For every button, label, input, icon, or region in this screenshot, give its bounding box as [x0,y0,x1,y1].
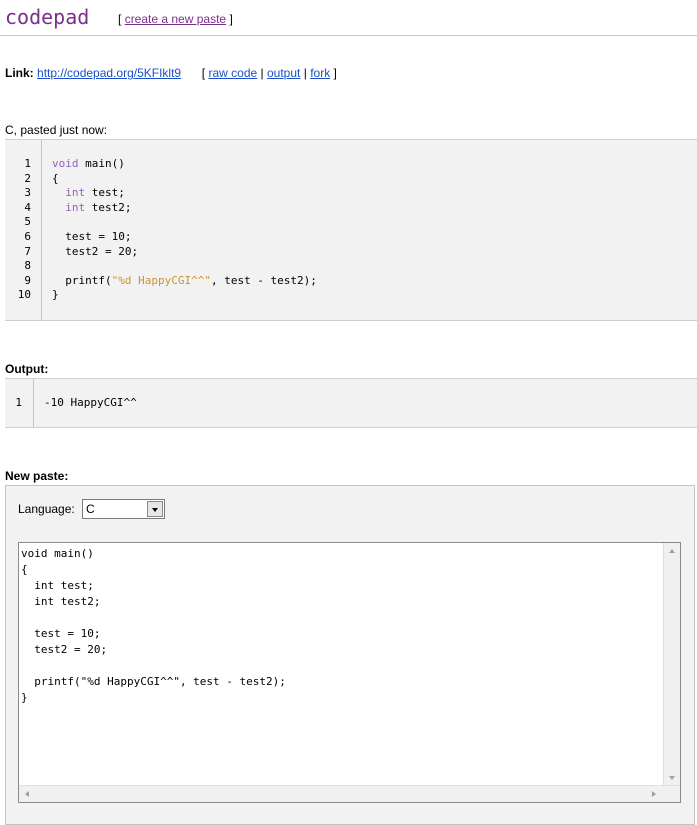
link-label: Link: [5,66,34,80]
code-lines: void main() { int test; int test2; test … [52,157,317,303]
paste-time: , pasted just now: [13,123,108,137]
paste-info-label: C, pasted just now: [5,123,107,137]
code-line: int test2; [65,200,132,214]
output-label: Output: [5,362,49,376]
language-select[interactable]: C [82,499,165,519]
paste-url-link[interactable]: http://codepad.org/5KFIklt9 [37,66,181,80]
code-line: void main() [52,157,125,170]
new-paste-form: Language: C void main() { int test; int … [5,485,695,825]
output-line: -10 HappyCGI^^ [44,396,137,409]
code-textarea[interactable]: void main() { int test; int test2; test … [18,542,681,803]
chevron-down-icon[interactable] [147,501,163,517]
open-bracket: [ [118,12,122,26]
fork-link[interactable]: fork [310,66,330,80]
new-paste-label: New paste: [5,469,69,483]
scroll-left-icon[interactable] [25,791,29,797]
line-number: 1 [15,396,22,409]
code-viewer: 1 2 3 4 5 6 7 8 9 10 void main() { int t… [5,139,697,321]
output-link[interactable]: output [267,66,300,80]
raw-code-link[interactable]: raw code [208,66,257,80]
horizontal-scrollbar[interactable] [19,785,680,802]
line-number: 8 [24,259,31,273]
language-select-value: C [86,502,95,516]
output-gutter: 1 [5,379,34,427]
code-line: int test; [65,186,125,200]
scroll-up-icon[interactable] [669,549,675,553]
line-number: 5 [24,215,31,229]
line-number: 10 [17,288,31,302]
close-bracket: ] [229,12,233,26]
line-number: 3 [24,186,31,200]
line-number: 4 [24,200,31,214]
code-textarea-content: void main() { int test; int test2; test … [21,547,286,704]
line-number: 9 [24,273,31,287]
header-links: [ create a new paste ] [118,12,233,26]
close-bracket: ] [333,66,337,80]
code-line: { [52,171,59,185]
create-new-paste-link[interactable]: create a new paste [125,12,226,26]
line-number: 2 [24,171,31,185]
paste-language: C [5,123,14,137]
scroll-down-icon[interactable] [669,776,675,780]
vertical-scrollbar[interactable] [663,543,680,786]
code-line: test = 10; [52,229,132,243]
output-lines: -10 HappyCGI^^ [44,396,137,411]
site-header: codepad [ create a new paste ] [0,0,697,36]
line-number: 7 [24,244,31,258]
code-line: test2 = 20; [52,244,139,258]
separator: | [260,66,264,80]
separator: | [303,66,307,80]
language-label: Language: [18,502,75,516]
paste-link-line: Link: http://codepad.org/5KFIklt9 [ raw … [5,66,337,80]
line-number: 1 [24,157,31,170]
line-number-gutter: 1 2 3 4 5 6 7 8 9 10 [5,140,42,320]
scroll-right-icon[interactable] [652,791,656,797]
output-viewer: 1 -10 HappyCGI^^ [5,378,697,428]
line-number: 6 [24,229,31,243]
code-line: printf("%d HappyCGI^^", test - test2); [52,273,317,287]
site-logo[interactable]: codepad [5,5,89,29]
open-bracket: [ [201,66,206,80]
code-line: } [52,288,59,302]
